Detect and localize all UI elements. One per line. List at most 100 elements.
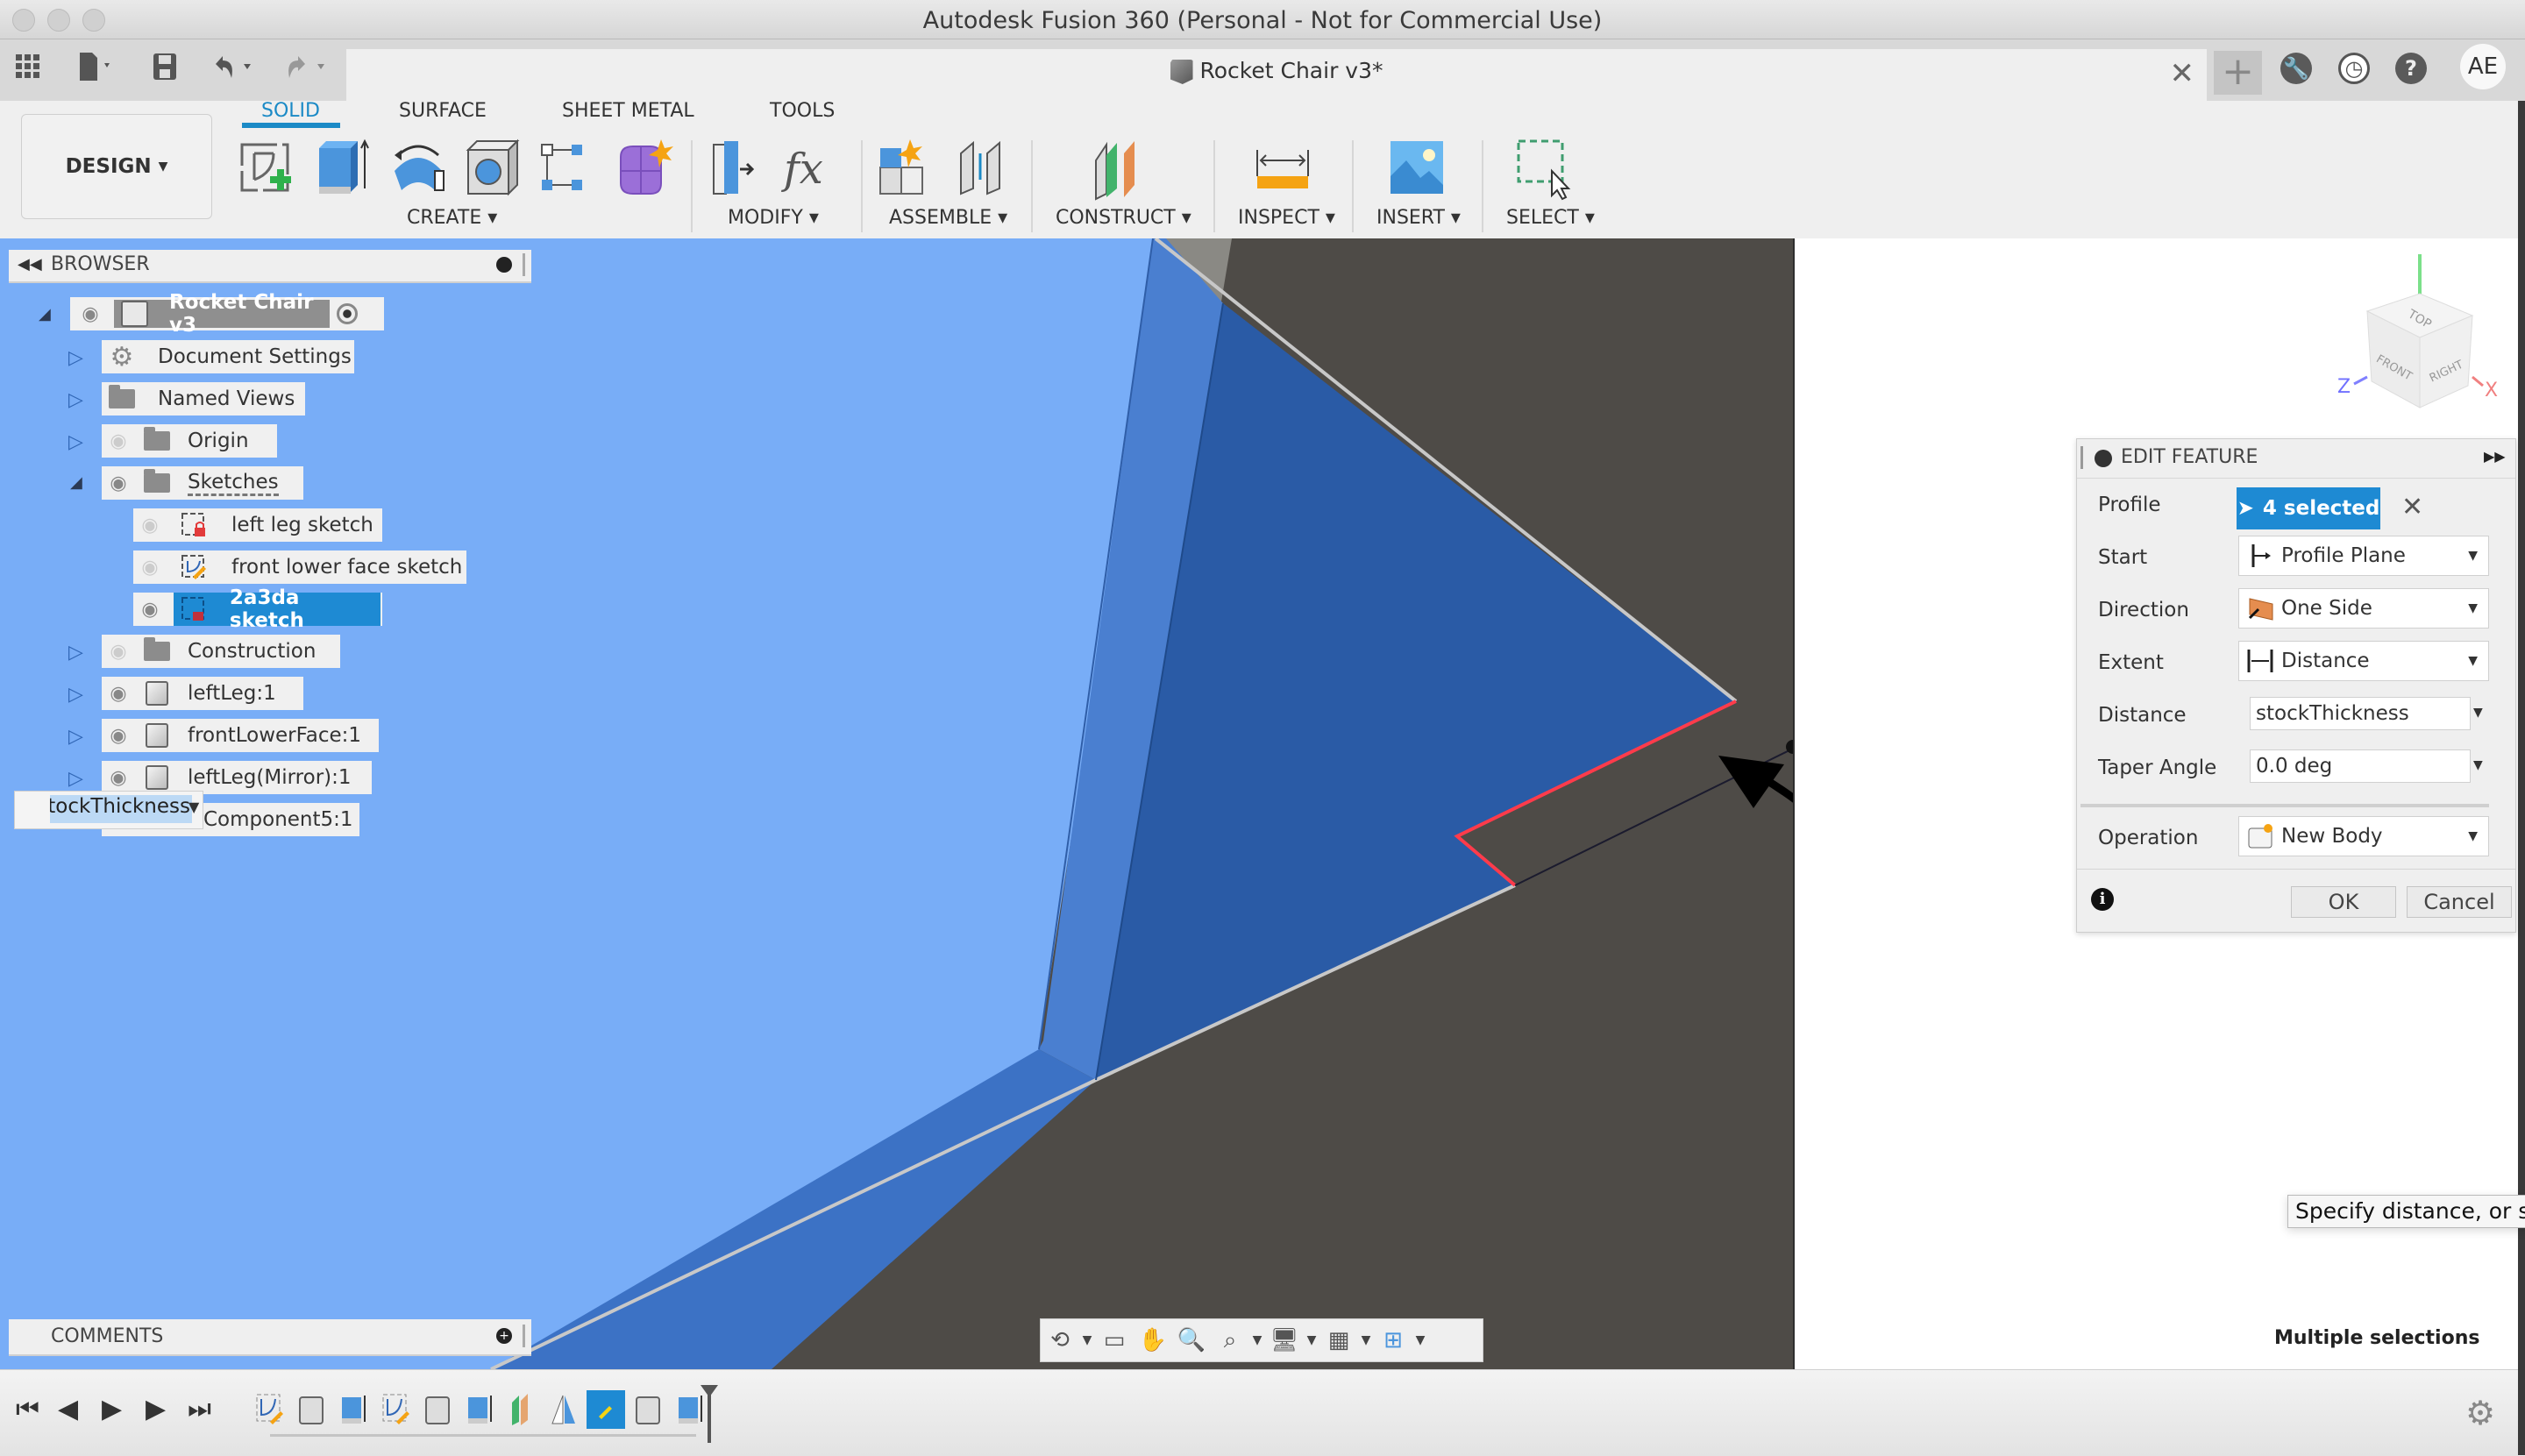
- extensions-icon[interactable]: 🔧: [2280, 53, 2312, 84]
- expand-arrow-icon[interactable]: ▷: [68, 684, 83, 706]
- cancel-button[interactable]: Cancel: [2407, 886, 2512, 918]
- expand-arrow-icon[interactable]: ▷: [68, 768, 83, 790]
- eye-icon[interactable]: ◉: [74, 303, 107, 325]
- chevron-down-icon[interactable]: ▼: [1249, 1333, 1265, 1347]
- timeline-sketch-active-icon[interactable]: [587, 1390, 625, 1429]
- activate-radio-icon[interactable]: [337, 303, 358, 324]
- browser-panel-header[interactable]: ◀◀ BROWSER: [9, 250, 531, 283]
- browser-resize-handle[interactable]: [523, 253, 525, 276]
- expand-arrow-icon[interactable]: ▷: [68, 347, 83, 369]
- extrude-icon[interactable]: [310, 136, 372, 201]
- pattern-icon[interactable]: [537, 136, 598, 201]
- clear-selection-button[interactable]: ✕: [2401, 492, 2423, 522]
- eye-hidden-icon[interactable]: ◉: [133, 557, 167, 579]
- construct-menu[interactable]: CONSTRUCT ▾: [1056, 207, 1191, 229]
- assemble-menu[interactable]: ASSEMBLE ▾: [889, 207, 1007, 229]
- save-icon[interactable]: [149, 51, 181, 82]
- browser-item-leftleg-mirror-1[interactable]: ◉ leftLeg(Mirror):1: [102, 761, 372, 794]
- inspect-menu[interactable]: INSPECT ▾: [1238, 207, 1335, 229]
- window-select-icon[interactable]: [1513, 136, 1575, 201]
- timeline-extrude-icon[interactable]: [465, 1392, 494, 1427]
- create-menu[interactable]: CREATE ▾: [407, 207, 497, 229]
- timeline-marker[interactable]: [708, 1387, 711, 1443]
- taper-angle-dropdown-icon[interactable]: ▼: [2473, 758, 2483, 772]
- tab-solid[interactable]: SOLID: [261, 100, 320, 122]
- zoom-icon[interactable]: 🔍: [1172, 1323, 1211, 1358]
- collapse-dialog-icon[interactable]: [2095, 450, 2112, 467]
- new-tab-button[interactable]: +: [2214, 51, 2262, 95]
- step-forward-icon[interactable]: ▶: [146, 1394, 166, 1424]
- timeline-mirror-icon[interactable]: [549, 1392, 579, 1427]
- grid-icon[interactable]: [12, 51, 44, 82]
- start-select[interactable]: Profile Plane ▼: [2238, 536, 2489, 576]
- dialog-header[interactable]: EDIT FEATURE ▶▶: [2077, 439, 2515, 479]
- expand-dialog-icon[interactable]: ▶▶: [2484, 448, 2506, 465]
- expand-arrow-icon[interactable]: ▷: [68, 726, 83, 748]
- help-icon[interactable]: ?: [2395, 53, 2427, 84]
- go-to-end-icon[interactable]: ⏭: [188, 1394, 211, 1424]
- go-to-start-icon[interactable]: ⏮: [16, 1394, 39, 1424]
- timeline-plane-icon[interactable]: [507, 1392, 537, 1427]
- collapse-browser-icon[interactable]: ◀◀: [18, 255, 42, 273]
- timeline-sketch-icon[interactable]: [254, 1392, 284, 1427]
- timeline-extrude-icon[interactable]: [675, 1392, 705, 1427]
- browser-item-2a3da-sketch[interactable]: ◉ 2a3da sketch: [133, 586, 382, 632]
- parameter-input[interactable]: stockThickness: [50, 795, 192, 823]
- close-tab-button[interactable]: ✕: [2170, 56, 2195, 91]
- press-pull-icon[interactable]: [708, 136, 770, 201]
- create-sketch-icon[interactable]: [235, 136, 296, 201]
- browser-root-row[interactable]: ◉ Rocket Chair v3: [70, 291, 384, 337]
- user-avatar[interactable]: AE: [2460, 44, 2506, 89]
- select-menu[interactable]: SELECT ▾: [1506, 207, 1595, 229]
- chevron-down-icon[interactable]: ▼: [1304, 1333, 1319, 1347]
- timeline-sketch-icon[interactable]: [381, 1392, 410, 1427]
- browser-item-left-leg-sketch[interactable]: ◉ left leg sketch: [133, 508, 382, 542]
- undo-icon[interactable]: [207, 51, 263, 82]
- job-status-icon[interactable]: ◷: [2338, 53, 2370, 84]
- browser-item-named-views[interactable]: Named Views: [102, 382, 305, 415]
- file-icon[interactable]: [72, 51, 124, 82]
- timeline-body-icon[interactable]: [296, 1392, 326, 1427]
- chevron-down-icon[interactable]: ▼: [1079, 1333, 1095, 1347]
- eye-icon[interactable]: ◉: [102, 767, 135, 789]
- browser-item-leftleg-1[interactable]: ◉ leftLeg:1: [102, 677, 303, 710]
- taper-angle-input[interactable]: 0.0 deg: [2250, 749, 2471, 783]
- browser-item-frontlowerface-1[interactable]: ◉ frontLowerFace:1: [102, 719, 379, 752]
- eye-icon[interactable]: ◉: [102, 725, 135, 747]
- measure-icon[interactable]: [1252, 136, 1313, 201]
- drag-handle[interactable]: [2080, 446, 2083, 469]
- offset-plane-icon[interactable]: [1092, 136, 1154, 201]
- info-icon[interactable]: i: [2091, 888, 2114, 911]
- pan-icon[interactable]: ✋: [1134, 1323, 1172, 1358]
- modify-menu[interactable]: MODIFY ▾: [728, 207, 819, 229]
- tab-surface[interactable]: SURFACE: [399, 100, 487, 122]
- extent-select[interactable]: Distance ▼: [2238, 641, 2489, 681]
- revolve-icon[interactable]: [388, 136, 449, 201]
- timeline-extrude-icon[interactable]: [338, 1392, 368, 1427]
- step-back-icon[interactable]: ◀: [58, 1394, 78, 1424]
- grid-settings-icon[interactable]: ▦: [1319, 1323, 1358, 1358]
- fit-icon[interactable]: ⌕: [1211, 1323, 1249, 1358]
- chevron-down-icon[interactable]: ▼: [1412, 1333, 1428, 1347]
- play-icon[interactable]: ▶: [102, 1394, 122, 1424]
- insert-menu[interactable]: INSERT ▾: [1376, 207, 1461, 229]
- new-component-icon[interactable]: [875, 136, 936, 201]
- eye-icon[interactable]: ◉: [102, 683, 135, 705]
- distance-input[interactable]: stockThickness: [2250, 697, 2471, 730]
- joint-icon[interactable]: [952, 136, 1014, 201]
- hole-icon[interactable]: [461, 136, 523, 201]
- tab-tools[interactable]: TOOLS: [770, 100, 835, 122]
- change-parameters-icon[interactable]: fx: [780, 136, 842, 201]
- chevron-down-icon[interactable]: ▼: [188, 799, 199, 815]
- chevron-down-icon[interactable]: ▼: [1358, 1333, 1374, 1347]
- eye-hidden-icon[interactable]: ◉: [133, 515, 167, 536]
- expand-arrow-icon[interactable]: ▷: [68, 642, 83, 664]
- expand-arrow-icon[interactable]: ▷: [68, 389, 83, 411]
- display-settings-icon[interactable]: 🖥: [1265, 1323, 1304, 1358]
- timeline-body-icon[interactable]: [423, 1392, 452, 1427]
- workspace-switcher[interactable]: DESIGN ▼: [21, 114, 212, 219]
- create-form-icon[interactable]: [612, 136, 673, 201]
- look-at-icon[interactable]: ▭: [1095, 1323, 1134, 1358]
- collapse-arrow-icon[interactable]: ◢: [39, 305, 51, 323]
- insert-canvas-icon[interactable]: [1387, 136, 1448, 201]
